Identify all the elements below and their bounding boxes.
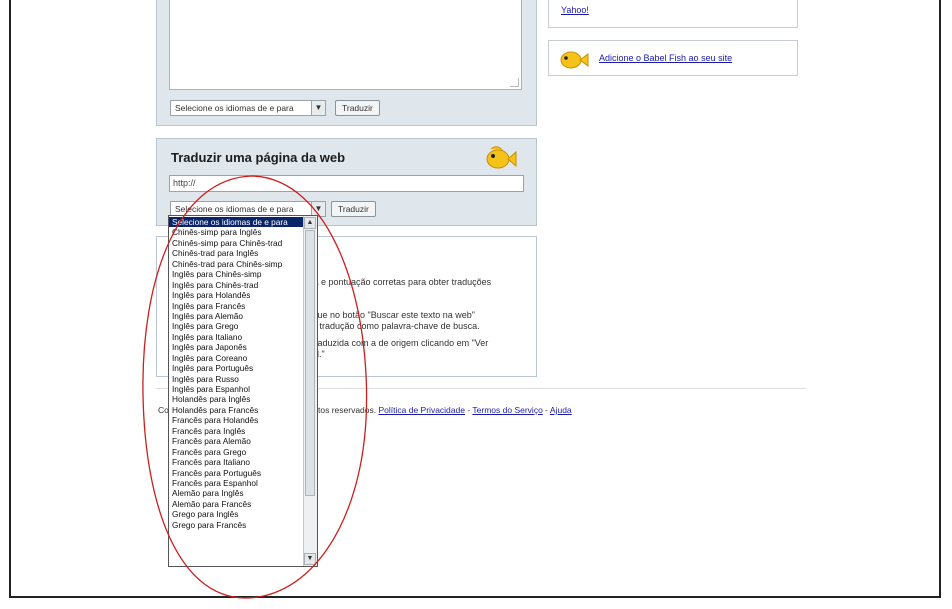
dropdown-option[interactable]: Grego para Francês: [169, 520, 305, 530]
dropdown-option[interactable]: Inglês para Português: [169, 363, 305, 373]
web-translate-panel: Traduzir uma página da web http:// Selec…: [156, 138, 537, 226]
web-translate-button[interactable]: Traduzir: [331, 201, 376, 217]
scroll-down-icon[interactable]: ▼: [304, 553, 316, 565]
dropdown-option[interactable]: Inglês para Espanhol: [169, 384, 305, 394]
dropdown-option[interactable]: Inglês para Italiano: [169, 332, 305, 342]
source-text-area[interactable]: [169, 0, 522, 90]
yahoo-link[interactable]: Yahoo!: [561, 5, 589, 15]
select-arrow-icon[interactable]: ▼: [311, 202, 325, 216]
add-babel-fish-link[interactable]: Adicione o Babel Fish ao seu site: [599, 53, 732, 63]
web-translate-title: Traduzir uma página da web: [171, 150, 346, 165]
dropdown-option[interactable]: Holandês para Francês: [169, 405, 305, 415]
dropdown-option[interactable]: Chinês-trad para Inglês: [169, 248, 305, 258]
tip-line: clique no botão "Buscar este texto na we…: [304, 310, 475, 320]
text-language-select[interactable]: Selecione os idiomas de e para ▼: [170, 100, 326, 116]
dropdown-option[interactable]: Inglês para Alemão: [169, 311, 305, 321]
dropdown-option[interactable]: Francês para Grego: [169, 447, 305, 457]
fish-icon: [486, 146, 517, 169]
tip-line: ca e pontuação corretas para obter tradu…: [309, 277, 492, 287]
resize-grip-icon[interactable]: [510, 78, 519, 87]
text-language-select-value: Selecione os idiomas de e para: [175, 103, 294, 113]
dropdown-option[interactable]: Francês para Português: [169, 468, 305, 478]
dropdown-option[interactable]: Inglês para Chinês-simp: [169, 269, 305, 279]
tip-line: a tradução como palavra-chave de busca.: [312, 321, 480, 331]
dropdown-option[interactable]: Inglês para Chinês-trad: [169, 280, 305, 290]
dropdown-option[interactable]: Inglês para Coreano: [169, 353, 305, 363]
scrollbar-thumb[interactable]: [305, 230, 315, 496]
dropdown-option[interactable]: Francês para Inglês: [169, 426, 305, 436]
footer-separator: -: [467, 405, 471, 415]
dropdown-option[interactable]: Chinês-trad para Chinês-simp: [169, 259, 305, 269]
help-link[interactable]: Ajuda: [550, 405, 572, 415]
text-translate-button[interactable]: Traduzir: [335, 100, 380, 116]
footer-text: tos reservados. Política de Privacidade …: [318, 405, 572, 415]
dropdown-scrollbar[interactable]: ▲ ▼: [303, 216, 317, 566]
web-language-select-value: Selecione os idiomas de e para: [175, 204, 294, 214]
dropdown-option[interactable]: Francês para Espanhol: [169, 478, 305, 488]
dropdown-option[interactable]: Francês para Holandês: [169, 415, 305, 425]
dropdown-option[interactable]: Inglês para Francês: [169, 301, 305, 311]
select-arrow-icon[interactable]: ▼: [311, 101, 325, 115]
scroll-up-icon[interactable]: ▲: [304, 217, 316, 229]
babel-fish-box: Adicione o Babel Fish ao seu site: [548, 40, 798, 76]
dropdown-option[interactable]: Chinês-simp para Inglês: [169, 227, 305, 237]
dropdown-option[interactable]: Selecione os idiomas de e para: [169, 217, 305, 228]
tip-line: traduzida com a de origem clicando em "V…: [312, 338, 489, 348]
footer-rights: tos reservados.: [318, 405, 377, 415]
language-dropdown-list[interactable]: Selecione os idiomas de e para Chinês-sim…: [168, 215, 318, 567]
dropdown-option[interactable]: Grego para Inglês: [169, 509, 305, 519]
dropdown-options: Selecione os idiomas de e para Chinês-sim…: [169, 217, 305, 530]
dropdown-option[interactable]: Francês para Italiano: [169, 457, 305, 467]
url-input[interactable]: http://: [169, 175, 524, 192]
dropdown-option[interactable]: Inglês para Holandês: [169, 290, 305, 300]
footer-separator: -: [545, 405, 549, 415]
fish-icon: [560, 51, 589, 69]
dropdown-option[interactable]: Chinês-simp para Chinês-trad: [169, 238, 305, 248]
privacy-link[interactable]: Política de Privacidade: [379, 405, 465, 415]
dropdown-option[interactable]: Francês para Alemão: [169, 436, 305, 446]
text-translate-panel: Selecione os idiomas de e para ▼ Traduzi…: [156, 0, 537, 126]
dropdown-option[interactable]: Inglês para Russo: [169, 374, 305, 384]
dropdown-option[interactable]: Holandês para Inglês: [169, 394, 305, 404]
yahoo-box: Yahoo!: [548, 0, 798, 28]
dropdown-option[interactable]: Alemão para Inglês: [169, 488, 305, 498]
dropdown-option[interactable]: Inglês para Grego: [169, 321, 305, 331]
dropdown-option[interactable]: Alemão para Francês: [169, 499, 305, 509]
terms-link[interactable]: Termos do Serviço: [472, 405, 542, 415]
dropdown-option[interactable]: Inglês para Japonês: [169, 342, 305, 352]
